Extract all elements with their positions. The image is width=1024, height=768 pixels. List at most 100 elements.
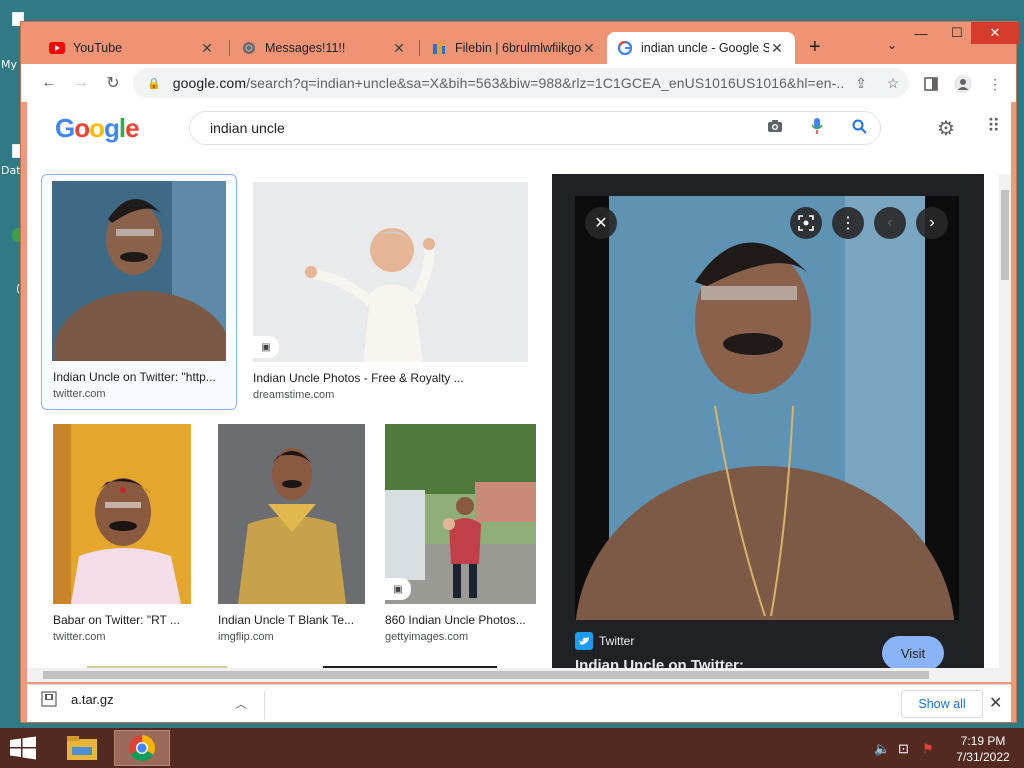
scrollbar-thumb[interactable] (1001, 190, 1009, 280)
preview-source[interactable]: Twitter (575, 632, 634, 650)
search-input[interactable]: indian uncle (210, 120, 754, 136)
result-caption[interactable]: Indian Uncle on Twitter: "http... (53, 370, 229, 384)
lens-search-icon[interactable] (790, 207, 822, 239)
visit-button[interactable]: Visit (882, 636, 944, 670)
result-thumbnail[interactable] (53, 424, 191, 604)
system-clock[interactable]: 7:19 PM 7/31/2022 (950, 733, 1016, 765)
more-options-icon[interactable]: ⋮ (832, 207, 864, 239)
globe-icon (241, 40, 257, 56)
preview-image[interactable] (575, 196, 959, 620)
side-panel-icon[interactable] (921, 74, 941, 94)
tab-title: YouTube (73, 41, 123, 55)
google-icon (617, 40, 633, 56)
clock-time: 7:19 PM (960, 734, 1006, 748)
filebin-icon (431, 40, 447, 56)
action-center-flag-icon[interactable]: ⚑ (922, 741, 934, 757)
profile-avatar-icon[interactable] (953, 74, 973, 94)
clock-date: 7/31/2022 (956, 750, 1010, 764)
result-thumbnail[interactable] (52, 181, 226, 361)
tab-title: Messages!11!! (265, 41, 346, 55)
tab-separator (229, 40, 230, 56)
desktop-label: My (1, 58, 18, 71)
result-caption[interactable]: Babar on Twitter: "RT ... (53, 613, 191, 627)
close-icon[interactable]: ✕ (989, 693, 1002, 713)
google-header: Google indian uncle ⚙ ⠿ (27, 102, 1011, 154)
page-content: Google indian uncle ⚙ ⠿ Indian Uncle on … (27, 102, 1011, 672)
chevron-down-icon[interactable]: ⌄ (887, 38, 897, 52)
tab-messages[interactable]: Messages!11!! ✕ (231, 32, 417, 64)
search-icon[interactable] (838, 119, 880, 138)
result-source: twitter.com (53, 388, 106, 400)
share-icon[interactable]: ⇪ (845, 75, 877, 92)
maximize-icon[interactable]: ☐ (939, 22, 975, 44)
download-filename: a.tar.gz (71, 691, 114, 707)
url-text[interactable]: google.com/search?q=indian+uncle&sa=X&bi… (173, 75, 845, 91)
desktop-label: Dat (1, 164, 21, 177)
image-icon: ▣ (385, 578, 411, 600)
network-icon[interactable]: ⊡ (898, 741, 909, 757)
image-icon: ▣ (253, 336, 279, 358)
archive-file-icon (41, 691, 57, 707)
reload-icon[interactable]: ↻ (103, 73, 123, 93)
google-logo[interactable]: Google (55, 113, 147, 151)
address-bar[interactable]: 🔒 google.com/search?q=indian+uncle&sa=X&… (133, 68, 909, 98)
download-bar: a.tar.gz ︿ Show all ✕ (27, 684, 1011, 722)
tab-title: Filebin | 6brulmlwfiikgo (455, 41, 581, 55)
download-item[interactable]: a.tar.gz (41, 691, 114, 707)
twitter-icon (575, 632, 593, 650)
minimize-icon[interactable]: — (903, 22, 939, 44)
close-icon[interactable]: ✕ (581, 40, 597, 57)
image-result[interactable]: Babar on Twitter: "RT ... twitter.com (53, 424, 203, 650)
forward-arrow-icon[interactable]: → (71, 73, 91, 93)
result-caption[interactable]: 860 Indian Uncle Photos... (385, 613, 535, 627)
result-thumbnail[interactable] (218, 424, 365, 604)
image-result[interactable]: ▣ Indian Uncle Photos - Free & Royalty .… (253, 182, 529, 408)
chevron-up-icon[interactable]: ︿ (235, 695, 247, 712)
tab-youtube[interactable]: YouTube ✕ (39, 32, 225, 64)
image-result[interactable]: Indian Uncle T Blank Te... imgflip.com (218, 424, 368, 650)
tab-google-search[interactable]: indian uncle - Google S ✕ (607, 32, 795, 64)
result-thumbnail[interactable] (385, 424, 536, 604)
windows-start-icon[interactable] (8, 736, 38, 760)
gear-icon[interactable]: ⚙ (937, 116, 955, 141)
back-arrow-icon[interactable]: ← (39, 73, 59, 93)
result-thumbnail[interactable] (253, 182, 528, 362)
image-result[interactable]: Indian Uncle on Twitter: "http... twitte… (41, 174, 237, 410)
tab-filebin[interactable]: Filebin | 6brulmlwfiikgo ✕ (421, 32, 607, 64)
new-tab-icon[interactable]: + (809, 36, 821, 59)
close-window-icon[interactable]: ✕ (971, 22, 1019, 44)
result-source: twitter.com (53, 631, 106, 643)
taskbar: 🔈 ⊡ ⚑ 7:19 PM 7/31/2022 (0, 728, 1024, 768)
youtube-icon (49, 40, 65, 56)
previous-image-icon[interactable]: ‹ (874, 207, 906, 239)
camera-icon[interactable] (754, 119, 796, 137)
close-icon[interactable]: ✕ (769, 40, 785, 57)
close-preview-icon[interactable]: ✕ (585, 207, 617, 239)
apps-grid-icon[interactable]: ⠿ (987, 116, 1000, 137)
microphone-icon[interactable] (796, 118, 838, 138)
speaker-muted-icon[interactable]: 🔈 (874, 741, 890, 757)
result-caption[interactable]: Indian Uncle Photos - Free & Royalty ... (253, 371, 523, 385)
url-host: google.com (172, 75, 247, 91)
browser-window: YouTube ✕ Messages!11!! ✕ Filebin | 6bru… (20, 21, 1019, 723)
vertical-scrollbar[interactable] (999, 174, 1011, 672)
close-icon[interactable]: ✕ (199, 40, 215, 57)
svg-text:Google: Google (55, 114, 139, 143)
show-all-button[interactable]: Show all (901, 690, 983, 718)
horizontal-scrollbar[interactable] (27, 668, 1011, 682)
result-caption[interactable]: Indian Uncle T Blank Te... (218, 613, 358, 627)
result-source: imgflip.com (218, 631, 274, 643)
browser-toolbar: ← → ↻ 🔒 google.com/search?q=indian+uncle… (21, 64, 1016, 102)
search-box[interactable]: indian uncle (189, 111, 881, 145)
next-image-icon[interactable]: › (916, 207, 948, 239)
close-icon[interactable]: ✕ (391, 40, 407, 57)
tab-separator (419, 40, 420, 56)
scrollbar-thumb[interactable] (43, 671, 929, 679)
kebab-menu-icon[interactable]: ⋮ (985, 74, 1005, 94)
chrome-icon[interactable] (114, 730, 170, 766)
file-explorer-icon[interactable] (54, 730, 110, 766)
image-result[interactable]: ▣ 860 Indian Uncle Photos... gettyimages… (385, 424, 537, 650)
result-source: gettyimages.com (385, 631, 469, 643)
bookmark-star-icon[interactable]: ☆ (877, 75, 909, 92)
tab-strip: YouTube ✕ Messages!11!! ✕ Filebin | 6bru… (21, 22, 1019, 64)
